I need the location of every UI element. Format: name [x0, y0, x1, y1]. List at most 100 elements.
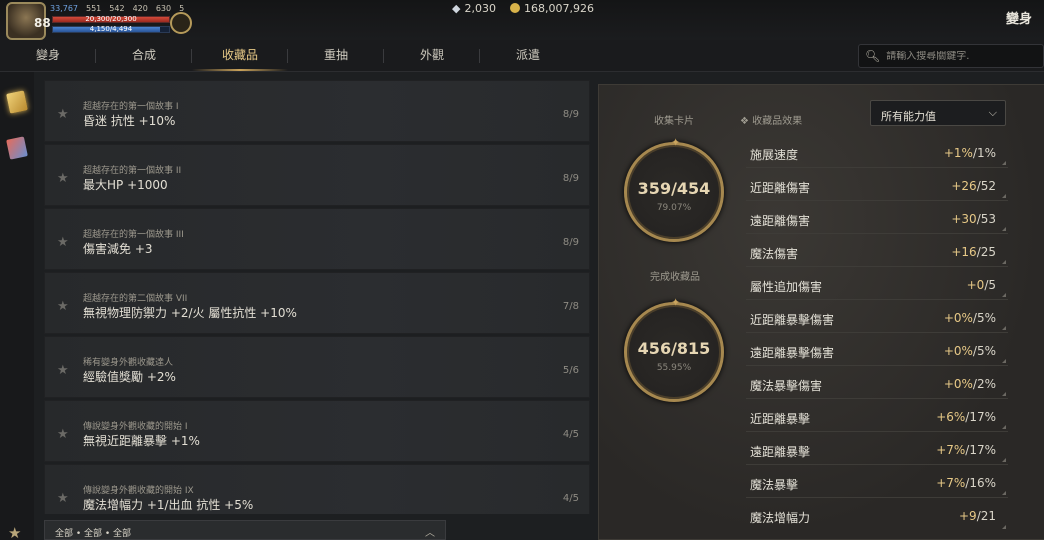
collection-row[interactable]: ★ 超越存在的第一個故事 I 昏迷 抗性 +10% 8/9 — [44, 80, 590, 142]
card-collection-icon[interactable] — [6, 90, 28, 114]
effect-value: +16/25 — [951, 245, 996, 259]
side-rail: ★ — [0, 72, 34, 540]
effect-current: +7% — [936, 443, 966, 457]
character-stats: 33,767 551 542 420 630 5 — [50, 4, 184, 13]
effect-name: 魔法傷害 — [750, 247, 799, 261]
gold-coin-icon — [509, 3, 520, 13]
stat-filter-select[interactable]: 所有能力值 ⌵ — [870, 100, 1006, 126]
effect-row: 遠距離暴擊傷害 +0%/5% — [746, 336, 1008, 366]
effect-row: 近距離傷害 +26/52 — [746, 171, 1008, 201]
favorite-star-icon[interactable]: ★ — [57, 427, 69, 442]
row-corner-mark — [1002, 161, 1006, 165]
effect-current: +26 — [951, 179, 977, 193]
effect-current: +9 — [958, 509, 977, 523]
collection-count: 7/8 — [562, 301, 579, 312]
stat-c: 542 — [109, 4, 125, 13]
effect-row: 魔法暴擊傷害 +0%/2% — [746, 369, 1008, 399]
effect-value: +0%/5% — [944, 311, 996, 325]
row-corner-mark — [1002, 491, 1006, 495]
effect-row: 魔法傷害 +16/25 — [746, 237, 1008, 267]
effect-current: +0% — [943, 344, 973, 358]
cards-progress-ring: ✦ 359/454 79.07% — [624, 136, 724, 242]
effect-name: 魔法暴擊傷害 — [750, 379, 823, 393]
effect-value: +26/52 — [951, 179, 996, 193]
completed-label: 完成收藏品 — [650, 272, 700, 283]
effect-current: +6% — [936, 410, 966, 424]
chevron-up-icon[interactable]: ︿ — [425, 524, 435, 539]
collection-effect: 傷害減免 +3 — [83, 242, 153, 256]
effect-max: /53 — [976, 212, 996, 226]
tab-dispatch[interactable]: 派遣 — [480, 40, 576, 71]
tab-label: 外觀 — [419, 48, 444, 62]
effect-max: /5 — [984, 278, 996, 292]
effect-value: +0/5 — [967, 278, 996, 292]
favorite-star-icon[interactable]: ★ — [57, 171, 69, 186]
collection-row[interactable]: ★ 稀有變身外觀收藏達人 經驗值獎勵 +2% 5/6 — [44, 336, 590, 398]
effect-value: +30/53 — [951, 212, 996, 226]
effect-max: /5% — [972, 344, 996, 358]
effect-row: 近距離暴擊 +6%/17% — [746, 402, 1008, 432]
effect-row: 近距離暴擊傷害 +0%/5% — [746, 303, 1008, 333]
tab-label: 變身 — [35, 48, 60, 62]
filter-bar[interactable]: 全部 • 全部 • 全部 ︿ — [44, 520, 446, 540]
row-corner-mark — [1002, 227, 1006, 231]
favorite-star-icon[interactable]: ★ — [57, 107, 69, 122]
row-corner-mark — [1002, 293, 1006, 297]
effect-max: /21 — [976, 509, 996, 523]
effect-value: +0%/5% — [944, 344, 996, 358]
collection-row[interactable]: ★ 傳說變身外觀收藏的開始 I 無視近距離暴擊 +1% 4/5 — [44, 400, 590, 462]
row-corner-mark — [1002, 392, 1006, 396]
collection-count: 4/5 — [562, 493, 579, 504]
stat-d: 420 — [132, 4, 148, 13]
effect-name: 近距離暴擊傷害 — [750, 313, 835, 327]
tab-transform[interactable]: 變身 — [0, 40, 96, 71]
card-stack-icon[interactable] — [6, 136, 28, 160]
search-input[interactable] — [886, 50, 1037, 62]
collection-row[interactable]: ★ 超越存在的第一個故事 III 傷害減免 +3 8/9 — [44, 208, 590, 270]
effects-label: ❖ 收藏品效果 — [740, 112, 802, 127]
gem-icon: ◆ — [452, 2, 461, 15]
effect-max: /16% — [965, 476, 996, 490]
row-corner-mark — [1002, 525, 1006, 529]
crown-ornament-icon: ✦ — [671, 296, 681, 309]
tab-synthesis[interactable]: 合成 — [96, 40, 192, 71]
row-corner-mark — [1002, 425, 1006, 429]
collection-effect: 無視物理防禦力 +2/火 屬性抗性 +10% — [83, 306, 297, 320]
character-level: 88 — [34, 16, 51, 30]
collection-row[interactable]: ★ 傳說變身外觀收藏的開始 IX 魔法增幅力 +1/出血 抗性 +5% 4/5 — [44, 464, 590, 514]
collection-effect: 昏迷 抗性 +10% — [83, 114, 176, 128]
collection-count: 5/6 — [562, 365, 579, 376]
effect-current: +0% — [943, 377, 973, 391]
favorite-star-icon[interactable]: ★ — [57, 299, 69, 314]
effect-current: +0 — [966, 278, 985, 292]
gold-display: 168,007,926 — [509, 2, 594, 15]
effect-row: 遠距離暴擊 +7%/17% — [746, 435, 1008, 465]
tab-collection[interactable]: 收藏品 — [192, 40, 288, 71]
hp-text: 20,300/20,300 — [85, 15, 137, 23]
effect-max: /5% — [972, 311, 996, 325]
favorites-star-icon[interactable]: ★ — [8, 524, 21, 540]
class-emblem-icon[interactable] — [170, 12, 192, 34]
search-box[interactable]: 🔍︎ — [858, 44, 1044, 68]
tab-label: 重抽 — [323, 48, 348, 62]
mp-bar: 4,150/4,494 — [52, 25, 170, 33]
effect-value: +7%/17% — [936, 443, 996, 457]
stat-e: 630 — [155, 4, 172, 13]
favorite-star-icon[interactable]: ★ — [57, 363, 69, 378]
effect-name: 魔法暴擊 — [750, 478, 799, 492]
row-corner-mark — [1002, 359, 1006, 363]
top-bar: 88 33,767 551 542 420 630 5 20,300/20,30… — [0, 0, 1044, 40]
effect-value: +9/21 — [959, 509, 996, 523]
effect-name: 遠距離傷害 — [750, 214, 811, 228]
effect-name: 屬性追加傷害 — [750, 280, 823, 294]
chevron-down-icon[interactable]: ⌵ — [989, 106, 997, 120]
filter-label: 全部 • 全部 • 全部 — [55, 529, 132, 539]
collection-row[interactable]: ★ 超越存在的第二個故事 VII 無視物理防禦力 +2/火 屬性抗性 +10% … — [44, 272, 590, 334]
search-icon[interactable]: 🔍︎ — [865, 49, 880, 63]
tab-appearance[interactable]: 外觀 — [384, 40, 480, 71]
effect-name: 近距離暴擊 — [750, 412, 811, 426]
collection-row[interactable]: ★ 超越存在的第一個故事 II 最大HP +1000 8/9 — [44, 144, 590, 206]
tab-reroll[interactable]: 重抽 — [288, 40, 384, 71]
favorite-star-icon[interactable]: ★ — [57, 491, 69, 506]
favorite-star-icon[interactable]: ★ — [57, 235, 69, 250]
